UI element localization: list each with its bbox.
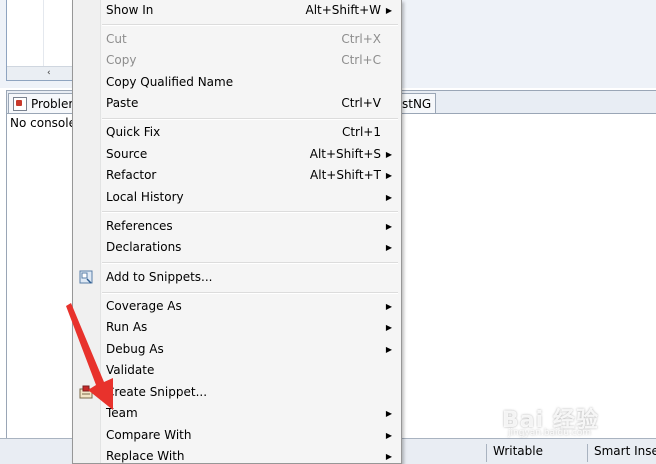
tab-testng[interactable]: stNG	[399, 93, 437, 113]
menu-item-shortcut: Alt+Shift+S	[309, 147, 381, 161]
submenu-arrow-icon: ▶	[385, 431, 392, 440]
menu-item-show-in[interactable]: Show In Alt+Shift+W ▶	[73, 0, 401, 21]
menu-item-team[interactable]: Team ▶	[73, 403, 401, 424]
menu-item-label: Create Snippet...	[106, 385, 208, 399]
menu-item-shortcut: Ctrl+C	[341, 53, 381, 67]
context-menu: Show In Alt+Shift+W ▶ Cut Ctrl+X Copy Ct…	[72, 0, 402, 464]
submenu-arrow-icon: ▶	[385, 409, 392, 418]
menu-item-label: Run As	[106, 320, 148, 334]
submenu-arrow-icon: ▶	[385, 345, 392, 354]
menu-item-coverage-as[interactable]: Coverage As ▶	[73, 296, 401, 317]
menu-item-label: Quick Fix	[106, 125, 161, 139]
menu-item-copy-qualified-name[interactable]: Copy Qualified Name	[73, 72, 401, 93]
menu-item-shortcut: Alt+Shift+W	[305, 3, 382, 17]
menu-item-label: Copy	[106, 53, 137, 67]
submenu-arrow-icon: ▶	[385, 452, 392, 461]
submenu-arrow-icon: ▶	[385, 6, 392, 15]
menu-item-cut[interactable]: Cut Ctrl+X	[73, 29, 401, 50]
menu-item-paste[interactable]: Paste Ctrl+V	[73, 93, 401, 114]
baidu-watermark: Bai 经验 jingyan.baidu.com	[498, 398, 638, 438]
menu-separator	[102, 262, 398, 264]
submenu-arrow-icon: ▶	[385, 323, 392, 332]
menu-item-label: Compare With	[106, 428, 192, 442]
menu-separator	[102, 118, 398, 120]
submenu-arrow-icon: ▶	[385, 222, 392, 231]
menu-item-label: Copy Qualified Name	[106, 75, 234, 89]
menu-item-label: Show In	[106, 3, 154, 17]
menu-item-shortcut: Ctrl+V	[341, 96, 381, 110]
menu-separator	[102, 24, 398, 26]
menu-item-label: Cut	[106, 32, 127, 46]
menu-item-label: Replace With	[106, 449, 185, 463]
watermark-url: jingyan.baidu.com	[508, 428, 592, 438]
submenu-arrow-icon: ▶	[385, 150, 392, 159]
menu-item-declarations[interactable]: Declarations ▶	[73, 237, 401, 258]
menu-item-label: Team	[106, 406, 138, 420]
menu-item-source[interactable]: Source Alt+Shift+S ▶	[73, 144, 401, 165]
menu-separator	[102, 292, 398, 294]
menu-item-replace-with[interactable]: Replace With ▶	[73, 446, 401, 463]
menu-item-label: Debug As	[106, 342, 164, 356]
menu-item-label: References	[106, 219, 173, 233]
submenu-arrow-icon: ▶	[385, 302, 392, 311]
problems-icon	[13, 96, 27, 111]
create-snippet-icon	[79, 385, 93, 399]
submenu-arrow-icon: ▶	[385, 193, 392, 202]
menu-item-label: Declarations	[106, 240, 182, 254]
status-writable: Writable	[486, 444, 593, 462]
menu-item-local-history[interactable]: Local History ▶	[73, 187, 401, 208]
menu-item-debug-as[interactable]: Debug As ▶	[73, 339, 401, 360]
snippet-add-icon	[79, 270, 93, 284]
menu-item-label: Refactor	[106, 168, 157, 182]
menu-item-shortcut: Alt+Shift+T	[310, 168, 381, 182]
menu-item-create-snippet[interactable]: Create Snippet...	[73, 382, 401, 403]
menu-item-validate[interactable]: Validate	[73, 360, 401, 381]
editor-ruler-line	[43, 0, 44, 66]
menu-item-label: Coverage As	[106, 299, 182, 313]
menu-item-copy[interactable]: Copy Ctrl+C	[73, 50, 401, 71]
menu-item-label: Local History	[106, 190, 184, 204]
menu-item-refactor[interactable]: Refactor Alt+Shift+T ▶	[73, 165, 401, 186]
console-message: No console	[10, 116, 76, 130]
menu-item-add-to-snippets[interactable]: Add to Snippets...	[73, 267, 401, 288]
tab-testng-label: stNG	[402, 96, 432, 111]
menu-item-shortcut: Ctrl+1	[341, 125, 381, 139]
menu-separator	[102, 211, 398, 213]
menu-item-label: Add to Snippets...	[106, 270, 213, 284]
menu-item-run-as[interactable]: Run As ▶	[73, 317, 401, 338]
menu-item-quick-fix[interactable]: Quick Fix Ctrl+1	[73, 122, 401, 143]
menu-item-label: Paste	[106, 96, 139, 110]
menu-item-compare-with[interactable]: Compare With ▶	[73, 425, 401, 446]
menu-item-shortcut: Ctrl+X	[341, 32, 381, 46]
submenu-arrow-icon: ▶	[385, 243, 392, 252]
menu-item-references[interactable]: References ▶	[73, 216, 401, 237]
scroll-left-icon[interactable]: ‹	[47, 67, 51, 80]
menu-item-label: Validate	[106, 363, 155, 377]
menu-item-label: Source	[106, 147, 148, 161]
status-insert-mode: Smart Inser	[587, 444, 656, 462]
submenu-arrow-icon: ▶	[385, 171, 392, 180]
